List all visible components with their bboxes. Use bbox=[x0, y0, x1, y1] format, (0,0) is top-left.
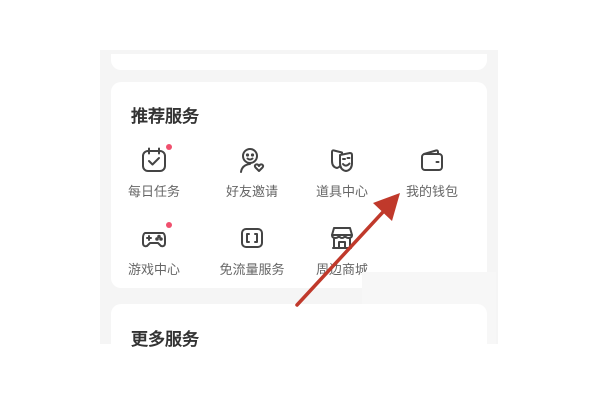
service-my-wallet[interactable]: 我的钱包 bbox=[384, 146, 480, 210]
gamepad-icon bbox=[140, 224, 168, 252]
notification-dot bbox=[166, 222, 172, 228]
service-props-center[interactable]: 道具中心 bbox=[294, 146, 390, 210]
service-label: 道具中心 bbox=[315, 185, 368, 200]
service-label: 好友邀请 bbox=[225, 185, 278, 200]
theater-mask-icon bbox=[328, 146, 356, 174]
service-label: 免流量服务 bbox=[219, 263, 285, 278]
service-label: 每日任务 bbox=[127, 185, 180, 200]
section-title-recommended: 推荐服务 bbox=[131, 107, 199, 127]
service-label: 游戏中心 bbox=[127, 263, 180, 278]
service-free-data[interactable]: 免流量服务 bbox=[204, 224, 300, 288]
invite-friend-icon bbox=[238, 146, 266, 174]
service-invite-friends[interactable]: 好友邀请 bbox=[204, 146, 300, 210]
service-daily-tasks[interactable]: 每日任务 bbox=[106, 144, 202, 210]
service-game-center[interactable]: 游戏中心 bbox=[106, 222, 202, 288]
data-card-icon bbox=[238, 224, 266, 252]
section-title-more: 更多服务 bbox=[131, 330, 199, 350]
store-icon bbox=[328, 224, 356, 252]
service-label: 我的钱包 bbox=[405, 185, 458, 200]
calendar-check-icon bbox=[140, 146, 168, 174]
wallet-icon bbox=[418, 146, 446, 174]
previous-section-card bbox=[111, 54, 487, 70]
notification-dot bbox=[166, 144, 172, 150]
